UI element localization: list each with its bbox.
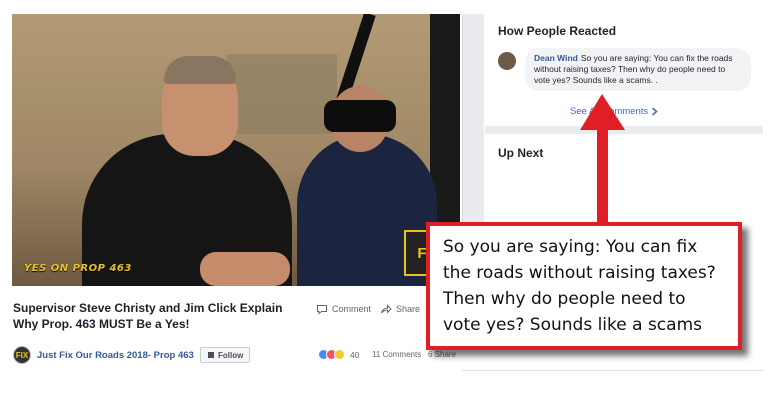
see-all-comments-link[interactable]: See All Comments <box>570 106 658 117</box>
page-name-link[interactable]: Just Fix Our Roads 2018- Prop 463 <box>37 350 194 361</box>
up-next-heading: Up Next <box>498 146 544 160</box>
chevron-right-icon <box>652 107 658 116</box>
comment-icon <box>317 305 327 315</box>
video-banner: YES ON PROP 463 <box>24 263 132 274</box>
comment-button[interactable]: Comment <box>316 303 371 315</box>
share-label: Share <box>396 304 421 314</box>
commenter-avatar[interactable] <box>498 52 516 70</box>
shares-count-link[interactable]: 6 Share <box>428 350 456 359</box>
callout-text: So you are saying: You can fix the roads… <box>443 237 716 335</box>
commenter-name-link[interactable]: Dean Wind <box>534 53 578 63</box>
page-avatar[interactable]: FIX <box>13 346 31 364</box>
reaction-summary[interactable]: 40 <box>318 349 359 360</box>
page-info: FIX Just Fix Our Roads 2018- Prop 463 <box>13 346 194 364</box>
person-left-arm <box>200 252 290 286</box>
comment-bubble: Dean Wind So you are saying: You can fix … <box>525 48 751 91</box>
follow-button[interactable]: Follow <box>200 347 251 363</box>
comment-label: Comment <box>332 304 372 314</box>
reaction-count: 40 <box>350 349 360 360</box>
video-player[interactable]: YES ON PROP 463 FIX <box>12 14 460 286</box>
share-icon <box>381 304 392 314</box>
sidebar-separator <box>485 126 763 134</box>
follow-label: Follow <box>218 350 244 360</box>
annotation-callout: So you are saying: You can fix the roads… <box>426 222 742 350</box>
see-all-label: See All Comments <box>570 106 649 117</box>
studio-window <box>227 54 337 134</box>
video-title[interactable]: Supervisor Steve Christy and Jim Click E… <box>13 300 303 332</box>
haha-reaction-icon <box>334 349 345 360</box>
vr-headset <box>324 100 396 132</box>
screenshot: YES ON PROP 463 FIX Supervisor Steve Chr… <box>0 0 770 400</box>
share-button[interactable]: Share <box>380 303 420 315</box>
person-left-hair <box>164 56 236 84</box>
bottom-divider <box>462 370 764 371</box>
follow-icon <box>208 352 214 358</box>
comments-count-link[interactable]: 11 Comments <box>372 350 421 359</box>
reactions-heading: How People Reacted <box>498 24 617 38</box>
